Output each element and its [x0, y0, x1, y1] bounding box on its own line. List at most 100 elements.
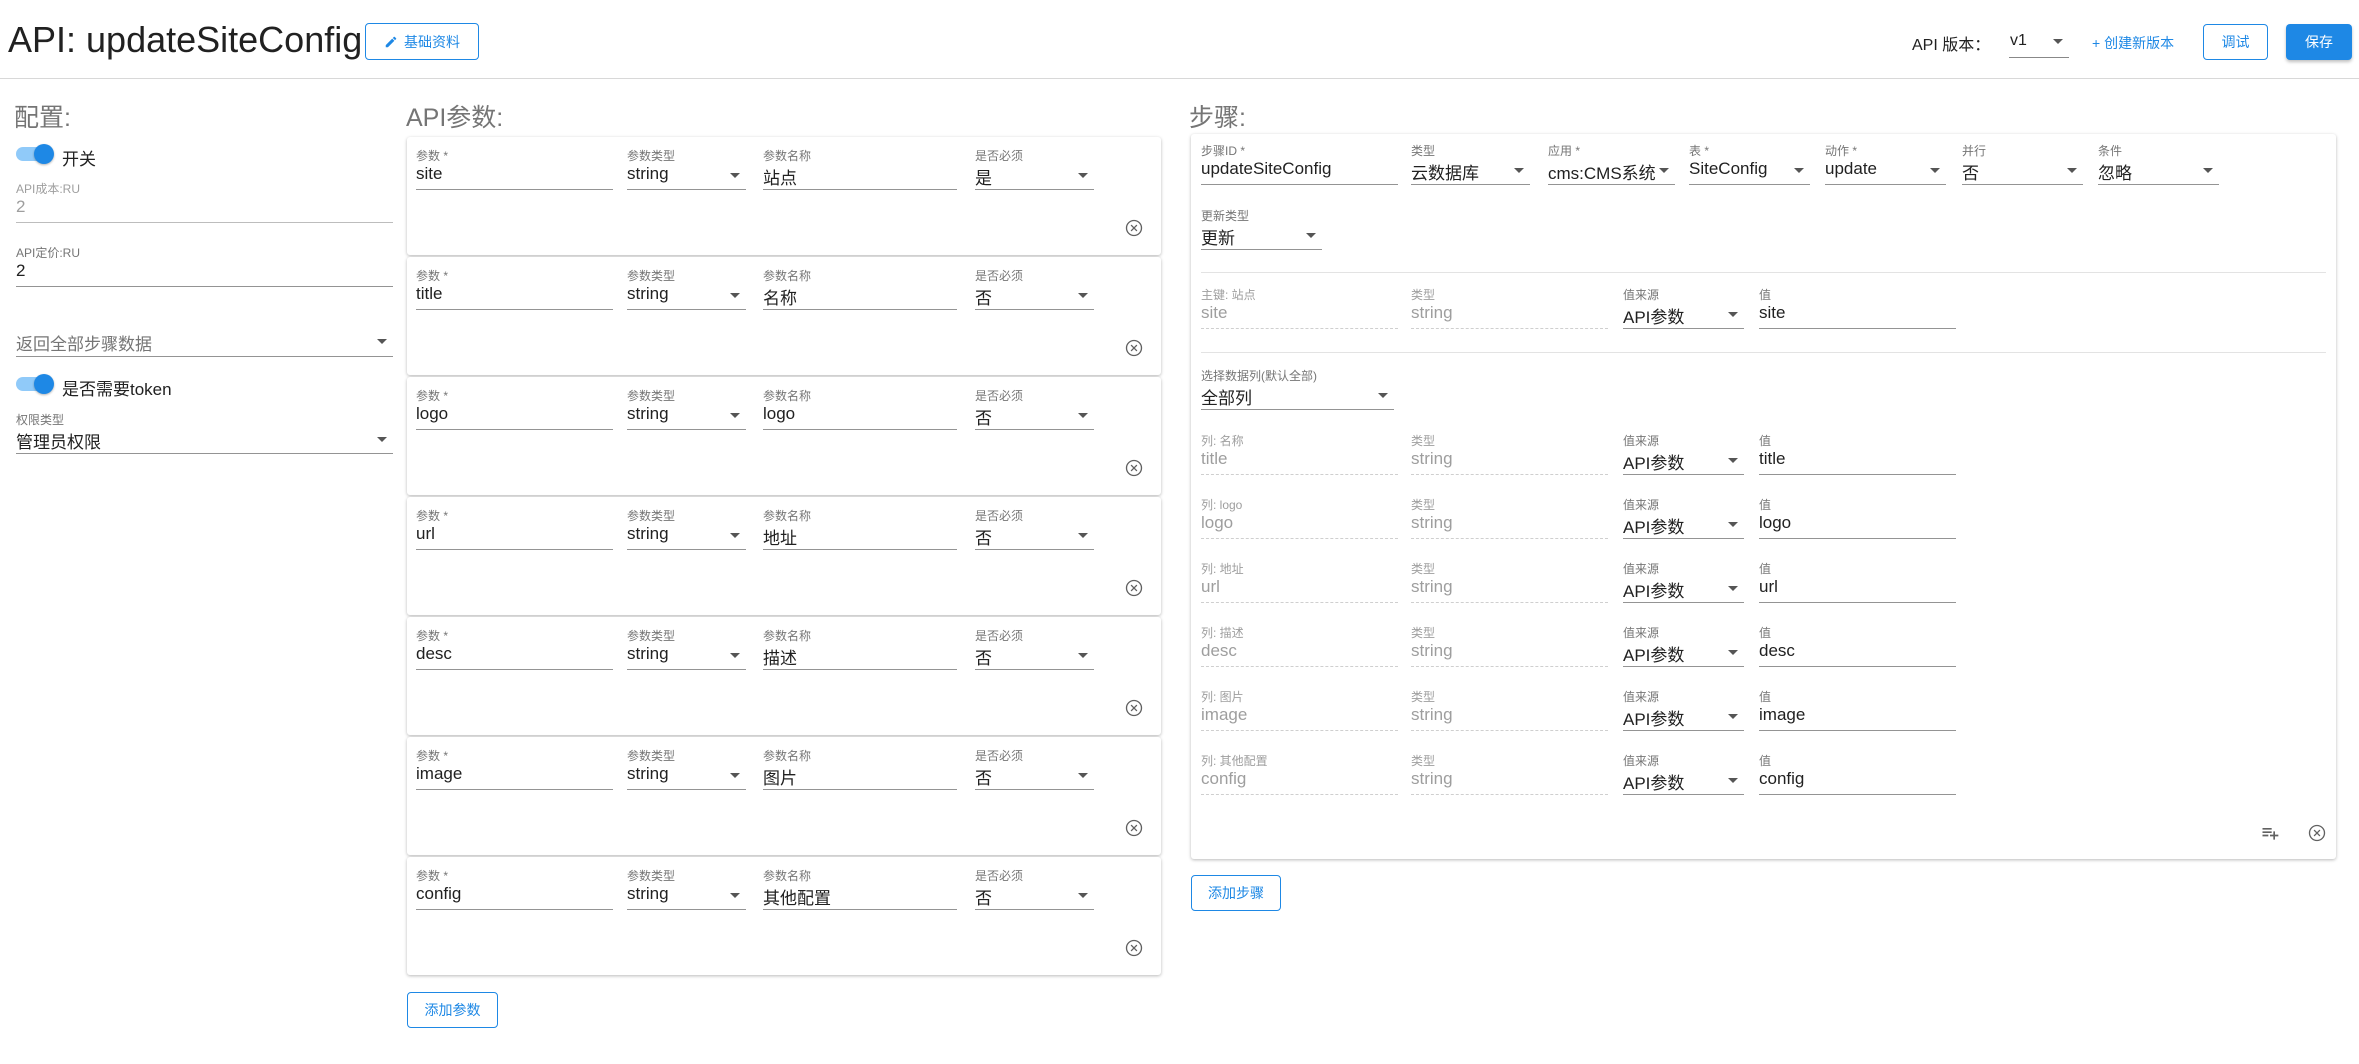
close-circle-icon[interactable] [1124, 698, 1144, 718]
primary-key-value-field[interactable]: 值 site [1759, 286, 1956, 332]
param-key-field[interactable]: 参数 * config [416, 867, 613, 913]
column-value-field[interactable]: 值 logo [1759, 496, 1956, 542]
chevron-down-icon [2203, 168, 2213, 173]
param-key-field[interactable]: 参数 * site [416, 147, 613, 193]
param-key-field-value: site [416, 164, 443, 183]
param-key-field[interactable]: 参数 * logo [416, 387, 613, 433]
param-key-field[interactable]: 参数 * image [416, 747, 613, 793]
param-type-select[interactable]: 参数类型 string [627, 747, 746, 793]
column-source-select[interactable]: 值来源 API参数 [1623, 752, 1744, 798]
token-toggle-label: 是否需要token [62, 380, 172, 399]
column-value-field[interactable]: 值 desc [1759, 624, 1956, 670]
param-type-select-label: 参数类型 [627, 389, 676, 403]
param-type-select[interactable]: 参数类型 string [627, 147, 746, 193]
return-all-steps-select[interactable]: 返回全部步骤数据 [16, 313, 393, 359]
api-version-label: API 版本： [1912, 37, 1991, 54]
save-button[interactable]: 保存 [2286, 24, 2352, 60]
column-type-field-label: 类型 [1411, 434, 1436, 448]
column-source-select[interactable]: 值来源 API参数 [1623, 688, 1744, 734]
param-type-select[interactable]: 参数类型 string [627, 867, 746, 913]
column-value-field[interactable]: 值 title [1759, 432, 1956, 478]
param-key-field-label: 参数 * [416, 629, 449, 643]
param-name-field[interactable]: 参数名称 图片 [763, 747, 957, 793]
param-required-select[interactable]: 是否必须否 [975, 867, 1094, 913]
param-required-select-label: 是否必须 [975, 269, 1024, 283]
column-source-select[interactable]: 值来源 API参数 [1623, 624, 1744, 670]
param-name-field[interactable]: 参数名称 站点 [763, 147, 957, 193]
chevron-down-icon [1930, 168, 1940, 173]
param-name-field[interactable]: 参数名称 logo [763, 387, 957, 433]
close-circle-icon[interactable] [1124, 578, 1144, 598]
api-version-select[interactable]: v1 [2009, 26, 2069, 58]
column-name-field-value: logo [1201, 513, 1234, 532]
close-circle-icon[interactable] [1124, 818, 1144, 838]
param-required-select[interactable]: 是否必须否 [975, 507, 1094, 553]
column-name-field-label: 列: logo [1201, 498, 1243, 512]
column-type-field: 类型 string [1411, 624, 1608, 670]
param-key-field-value: title [416, 284, 443, 303]
param-required-select[interactable]: 是否必须否 [975, 627, 1094, 673]
step-action-select[interactable]: 动作 * update [1825, 142, 1946, 188]
basic-info-button[interactable]: 基础资料 [365, 23, 479, 60]
column-type-field: 类型 string [1411, 432, 1608, 478]
column-source-select-value: API参数 [1623, 710, 1685, 729]
param-name-field-value: 图片 [763, 769, 797, 788]
permission-type-select[interactable]: 权限类型 管理员权限 [16, 411, 393, 457]
update-type-select[interactable]: 更新类型 更新 [1201, 207, 1322, 253]
enabled-toggle[interactable] [16, 144, 54, 164]
close-circle-icon[interactable] [1124, 338, 1144, 358]
param-required-select[interactable]: 是否必须否 [975, 747, 1094, 793]
column-value-field[interactable]: 值 config [1759, 752, 1956, 798]
column-name-field-value: image [1201, 705, 1248, 724]
param-type-select[interactable]: 参数类型 string [627, 627, 746, 673]
column-value-field[interactable]: 值 url [1759, 560, 1956, 606]
close-circle-icon[interactable] [2307, 823, 2327, 843]
column-type-field: 类型 string [1411, 560, 1608, 606]
param-name-field[interactable]: 参数名称 名称 [763, 267, 957, 313]
step-type-select[interactable]: 类型 云数据库 [1411, 142, 1530, 188]
param-name-field[interactable]: 参数名称 地址 [763, 507, 957, 553]
param-type-select[interactable]: 参数类型 string [627, 267, 746, 313]
param-key-field-value: logo [416, 404, 449, 423]
add-step-button[interactable]: 添加步骤 [1191, 875, 1281, 911]
close-circle-icon[interactable] [1124, 218, 1144, 238]
param-name-field-label: 参数名称 [763, 149, 812, 163]
param-type-select[interactable]: 参数类型 string [627, 387, 746, 433]
param-required-select[interactable]: 是否必须否 [975, 267, 1094, 313]
playlist-add-icon[interactable] [2260, 823, 2280, 843]
column-source-select[interactable]: 值来源 API参数 [1623, 496, 1744, 542]
chevron-down-icon [1728, 586, 1738, 591]
param-card: 参数 * desc 参数类型 string 参数名称 描述 是否必须否 [407, 617, 1161, 735]
column-value-field[interactable]: 值 image [1759, 688, 1956, 734]
column-source-select[interactable]: 值来源 API参数 [1623, 560, 1744, 606]
primary-key-source-select[interactable]: 值来源 API参数 [1623, 286, 1744, 332]
column-name-field: 列: 地址 url [1201, 560, 1398, 606]
step-parallel-select[interactable]: 并行 否 [1962, 142, 2083, 188]
param-key-field[interactable]: 参数 * title [416, 267, 613, 313]
step-app-select[interactable]: 应用 * cms:CMS系统 [1548, 142, 1675, 188]
column-type-field-value: string [1411, 641, 1453, 660]
param-type-select[interactable]: 参数类型 string [627, 507, 746, 553]
add-param-button[interactable]: 添加参数 [407, 992, 498, 1028]
param-name-field[interactable]: 参数名称 其他配置 [763, 867, 957, 913]
column-value-field-value: logo [1759, 513, 1792, 532]
close-circle-icon[interactable] [1124, 458, 1144, 478]
step-table-select[interactable]: 表 * SiteConfig [1689, 142, 1810, 188]
column-source-select[interactable]: 值来源 API参数 [1623, 432, 1744, 478]
chevron-down-icon [2067, 168, 2077, 173]
step-condition-select[interactable]: 条件 忽略 [2098, 142, 2219, 188]
debug-button[interactable]: 调试 [2203, 24, 2268, 60]
param-name-field[interactable]: 参数名称 描述 [763, 627, 957, 673]
api-price-field[interactable]: API定价:RU 2 [16, 244, 393, 290]
param-required-select[interactable]: 是否必须是 [975, 147, 1094, 193]
param-key-field[interactable]: 参数 * desc [416, 627, 613, 673]
close-circle-icon[interactable] [1124, 938, 1144, 958]
select-columns-select[interactable]: 选择数据列(默认全部) 全部列 [1201, 367, 1394, 413]
param-key-field[interactable]: 参数 * url [416, 507, 613, 553]
param-required-select[interactable]: 是否必须否 [975, 387, 1094, 433]
param-required-select-label: 是否必须 [975, 869, 1024, 883]
token-toggle[interactable] [16, 374, 54, 394]
param-required-select-label: 是否必须 [975, 629, 1024, 643]
create-version-link[interactable]: + 创建新版本 [2092, 33, 2174, 53]
step-id-field[interactable]: 步骤ID * updateSiteConfig [1201, 142, 1398, 188]
